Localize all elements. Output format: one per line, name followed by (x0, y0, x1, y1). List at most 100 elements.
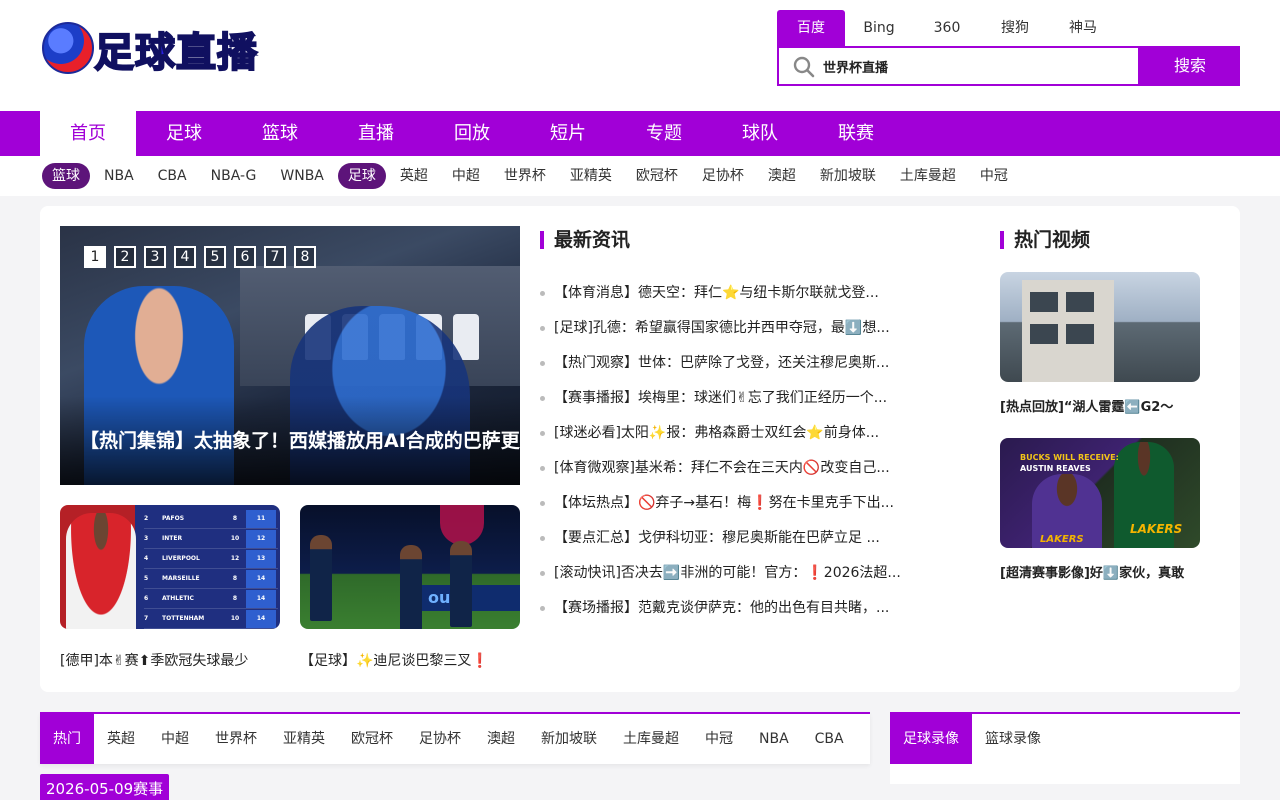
standings-row: 3 INTER 10 12 (144, 529, 278, 549)
hero-title[interactable]: 【热门集锦】太抽象了！西媒播放用AI合成的巴萨更衣室视频 (80, 426, 520, 453)
basketball-football-logo-icon (42, 22, 94, 74)
schedule-tab[interactable]: NBA (746, 714, 802, 764)
news-list: 【体育消息】德天空：拜仁⭐与纽卡斯尔联就戈登... [足球]孔德：希望赢得国家德比… (540, 276, 920, 626)
schedule-tab[interactable]: 澳超 (474, 714, 528, 764)
schedule-tab[interactable]: 欧冠杯 (338, 714, 406, 764)
news-item[interactable]: 【赛事播报】埃梅里：球迷们✌忘了我们正经历一个... (540, 381, 920, 416)
hero-page-dot[interactable]: 5 (204, 246, 226, 268)
news-item[interactable]: [滚动快讯]否决去➡️非洲的可能！官方：❗2026法超... (540, 556, 920, 591)
player-image (66, 513, 136, 629)
schedule-tab[interactable]: 足协杯 (406, 714, 474, 764)
hero-page-dot[interactable]: 7 (264, 246, 286, 268)
sub-nav-item[interactable]: 中超 (440, 163, 492, 189)
schedule-tab[interactable]: 中超 (148, 714, 202, 764)
main-nav-item[interactable]: 专题 (616, 111, 712, 156)
sub-nav: 篮球 NBA CBA NBA-G WNBA 足球 英超 中超 世界杯 亚精英 欧冠杯 足协杯 澳超 新加坡… (0, 156, 1280, 196)
hero-page-dot[interactable]: 1 (84, 246, 106, 268)
video-caption[interactable]: [热点回放]“湖人雷霆⬅️G2～ (1000, 396, 1210, 415)
sub-nav-item[interactable]: CBA (146, 163, 199, 189)
news-item[interactable]: 【要点汇总】戈伊科切亚：穆尼奥斯能在巴萨立足 ... (540, 521, 920, 556)
main-nav-item[interactable]: 回放 (424, 111, 520, 156)
main-nav-item[interactable]: 足球 (136, 111, 232, 156)
standings-cell: LIVERPOOL (162, 555, 200, 562)
search-button[interactable]: 搜索 (1140, 46, 1240, 86)
main-nav-item[interactable]: 篮球 (232, 111, 328, 156)
schedule-tab[interactable]: 世界杯 (202, 714, 270, 764)
standings-cell: 14 (246, 569, 276, 588)
news-thumbnail[interactable]: ou c (300, 505, 520, 629)
search-input[interactable] (823, 54, 1123, 78)
schedule-tab[interactable]: 英超 (94, 714, 148, 764)
record-tab[interactable]: 篮球录像 (972, 714, 1054, 764)
news-item[interactable]: 【体坛热点】🚫弃子→基石！梅❗努在卡里克手下出... (540, 486, 920, 521)
main-nav-item[interactable]: 首页 (40, 111, 136, 156)
standings-cell: 14 (246, 609, 276, 628)
search-engine-tab[interactable]: 360 (913, 10, 981, 46)
schedule-tab[interactable]: 中冠 (692, 714, 746, 764)
sub-nav-category[interactable]: 篮球 (42, 163, 90, 189)
hero-page-dot[interactable]: 3 (144, 246, 166, 268)
schedule-tab[interactable]: 土库曼超 (610, 714, 692, 764)
main-nav-item[interactable]: 短片 (520, 111, 616, 156)
sub-nav-item[interactable]: 世界杯 (492, 163, 558, 189)
schedule-tab[interactable]: CBA (802, 714, 857, 764)
sub-nav-item[interactable]: 新加坡联 (808, 163, 888, 189)
news-item[interactable]: 【赛场播报】范戴克谈伊萨克：他的出色有目共睹，... (540, 591, 920, 626)
news-item[interactable]: 【体育消息】德天空：拜仁⭐与纽卡斯尔联就戈登... (540, 276, 920, 311)
thumbnail-caption[interactable]: [德甲]本✌赛⬆季欧冠失球最少 (60, 650, 280, 670)
record-panel (890, 764, 1240, 784)
video-thumbnail[interactable]: BUCKS WILL RECEIVE: AUSTIN REAVES LAKERS … (1000, 438, 1200, 548)
search-icon (793, 56, 815, 78)
thumbnail-caption[interactable]: 【足球】✨迪尼谈巴黎三叉❗ (300, 650, 520, 670)
main-nav-item[interactable]: 球队 (712, 111, 808, 156)
sub-nav-item[interactable]: 土库曼超 (888, 163, 968, 189)
schedule-tab[interactable]: 新加坡联 (528, 714, 610, 764)
search-engine-tab[interactable]: 百度 (777, 10, 845, 46)
sub-nav-item[interactable]: 英超 (388, 163, 440, 189)
hero-page-dot[interactable]: 2 (114, 246, 136, 268)
main-nav-item[interactable]: 直播 (328, 111, 424, 156)
building-window (1030, 324, 1058, 344)
record-tab[interactable]: 足球录像 (890, 714, 972, 764)
sub-nav-item[interactable]: NBA-G (199, 163, 269, 189)
news-item[interactable]: [球迷必看]太阳✨报：弗格森爵士双红会⭐前身体... (540, 416, 920, 451)
hero-page-dot[interactable]: 6 (234, 246, 256, 268)
main-nav-item[interactable]: 联赛 (808, 111, 904, 156)
schedule-tab[interactable]: 亚精英 (270, 714, 338, 764)
news-item[interactable]: 【热门观察】世体：巴萨除了戈登，还关注穆尼奥斯... (540, 346, 920, 381)
hero-page-dot[interactable]: 8 (294, 246, 316, 268)
schedule-date: 2026-05-09赛事 (40, 774, 170, 800)
standings-row: 6 ATHLETIC 8 14 (144, 589, 278, 609)
standings-cell: 10 (230, 615, 240, 622)
sub-nav-item[interactable]: NBA (92, 163, 146, 189)
sub-nav-item[interactable]: 欧冠杯 (624, 163, 690, 189)
site-logo[interactable]: 足球直播 (42, 20, 272, 78)
sub-nav-item[interactable]: 澳超 (756, 163, 808, 189)
sub-nav-category[interactable]: 足球 (337, 163, 386, 189)
building-window (1066, 324, 1094, 344)
sub-nav-item[interactable]: 足协杯 (690, 163, 756, 189)
standings-cell: 8 (232, 595, 238, 602)
hero-page-dot[interactable]: 4 (174, 246, 196, 268)
news-thumbnail[interactable]: 2 PAFOS 8 11 3 INTER 10 12 4 LIVERPOOL 12 13 5 MARSEI… (60, 505, 280, 629)
video-thumbnail[interactable] (1000, 272, 1200, 382)
search-engine-tab[interactable]: 搜狗 (981, 10, 1049, 46)
search-engine-tab[interactable]: Bing (845, 10, 913, 46)
news-item[interactable]: [足球]孔德：希望赢得国家德比并西甲夺冠，最⬇️想... (540, 311, 920, 346)
standings-cell: 5 (144, 575, 149, 582)
hero-slide[interactable]: 12345678 【热门集锦】太抽象了！西媒播放用AI合成的巴萨更衣室视频 (60, 226, 520, 485)
search-engine-tabs: 百度 Bing 360 搜狗 神马 (777, 10, 1117, 46)
schedule-tab[interactable]: 热门 (40, 714, 94, 764)
search-engine-tab[interactable]: 神马 (1049, 10, 1117, 46)
hero-pagination: 12345678 (84, 246, 316, 268)
player-figure (450, 541, 472, 627)
logo-text: 足球直播 (93, 28, 258, 77)
schedule-tabs: 热门 英超 中超 世界杯 亚精英 欧冠杯 足协杯 澳超 新加坡联 土库曼超 中冠 NBA CBA (40, 712, 870, 764)
standings-cell: TOTTENHAM (162, 615, 205, 622)
news-item[interactable]: [体育微观察]基米希：拜仁不会在三天内🚫改变自己... (540, 451, 920, 486)
video-caption[interactable]: [超清赛事影像]好⬇️家伙，真敢 (1000, 562, 1210, 581)
sub-nav-item[interactable]: WNBA (268, 163, 336, 189)
lakers-logo-text: LAKERS (1130, 522, 1183, 536)
sub-nav-item[interactable]: 中冠 (968, 163, 1020, 189)
sub-nav-item[interactable]: 亚精英 (558, 163, 624, 189)
